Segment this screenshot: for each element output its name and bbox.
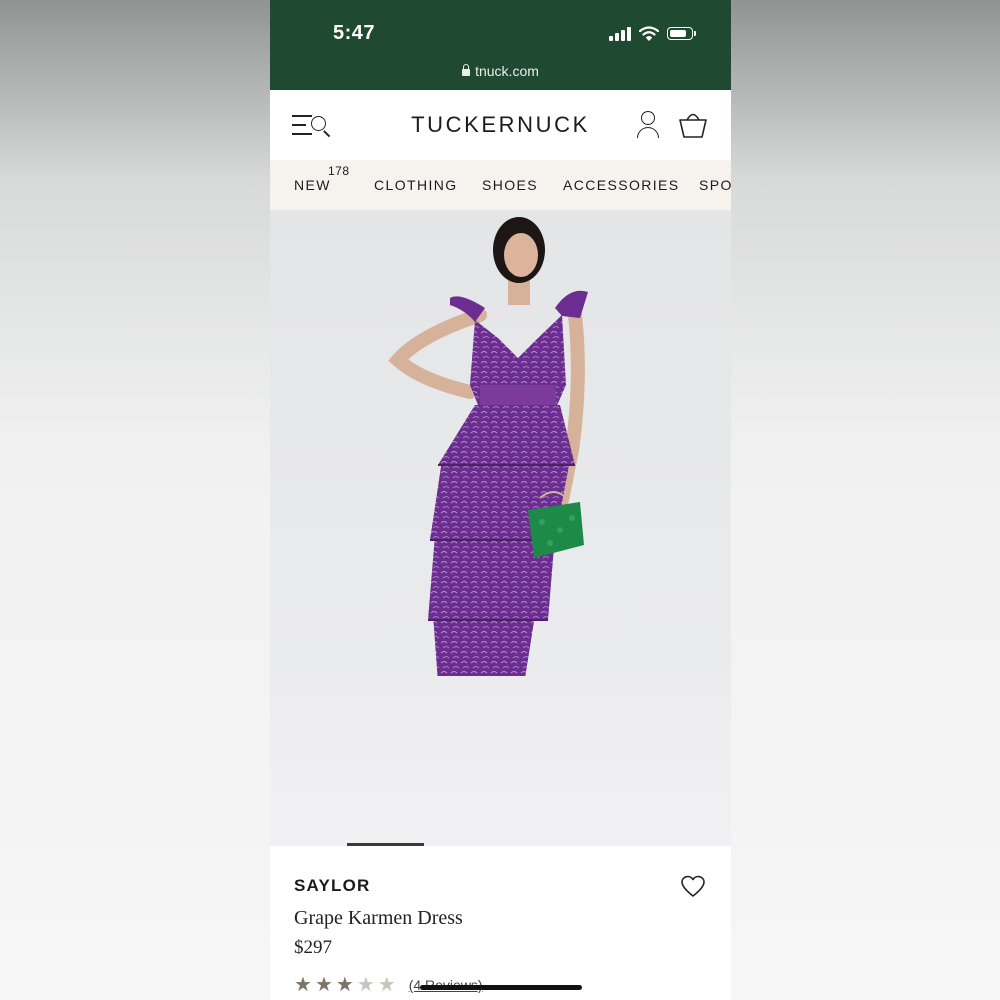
product-price: $297 [294,937,332,958]
url-text: tnuck.com [475,63,539,79]
status-time: 5:47 [333,22,376,44]
product-image[interactable] [270,210,731,846]
signal-icon [609,26,631,41]
wifi-icon [639,26,659,41]
product-name: Grape Karmen Dress [294,907,463,929]
category-nav: NEW 178 CLOTHING SHOES ACCESSORIES SPO [270,160,731,210]
battery-icon [667,27,696,40]
star-filled-icon: ★ [314,974,333,996]
new-count-badge: 178 [328,164,350,178]
nav-item-shoes[interactable]: SHOES [482,177,538,193]
status-bar: 5:47 tnuck.com [270,0,731,90]
star-filled-icon: ★ [335,974,354,996]
battery-level [670,30,687,37]
star-empty-icon: ★ [377,974,396,996]
star-empty-icon: ★ [356,974,375,996]
phone-screen: 5:47 tnuck.com TUCKERNUCK NEW 178 CLOTHI… [270,0,731,1000]
site-logo[interactable]: TUCKERNUCK [270,112,731,138]
nav-item-new[interactable]: NEW [294,177,331,193]
heart-icon[interactable] [680,875,706,899]
url-bar[interactable]: tnuck.com [270,63,731,79]
product-brand[interactable]: SAYLOR [294,876,370,896]
nav-item-clothing[interactable]: CLOTHING [374,177,458,193]
lock-icon [462,64,471,76]
site-header: TUCKERNUCK [270,90,731,160]
star-filled-icon: ★ [294,974,312,996]
bag-icon[interactable] [678,108,708,140]
carousel-indicator[interactable] [347,843,424,846]
status-icons [609,26,696,41]
rating-stars: ★ ★ ★ ★ ★ [294,975,396,995]
nav-item-accessories[interactable]: ACCESSORIES [563,177,680,193]
nav-item-sport[interactable]: SPO [699,177,731,193]
account-icon[interactable] [636,110,660,140]
home-indicator [420,985,582,990]
